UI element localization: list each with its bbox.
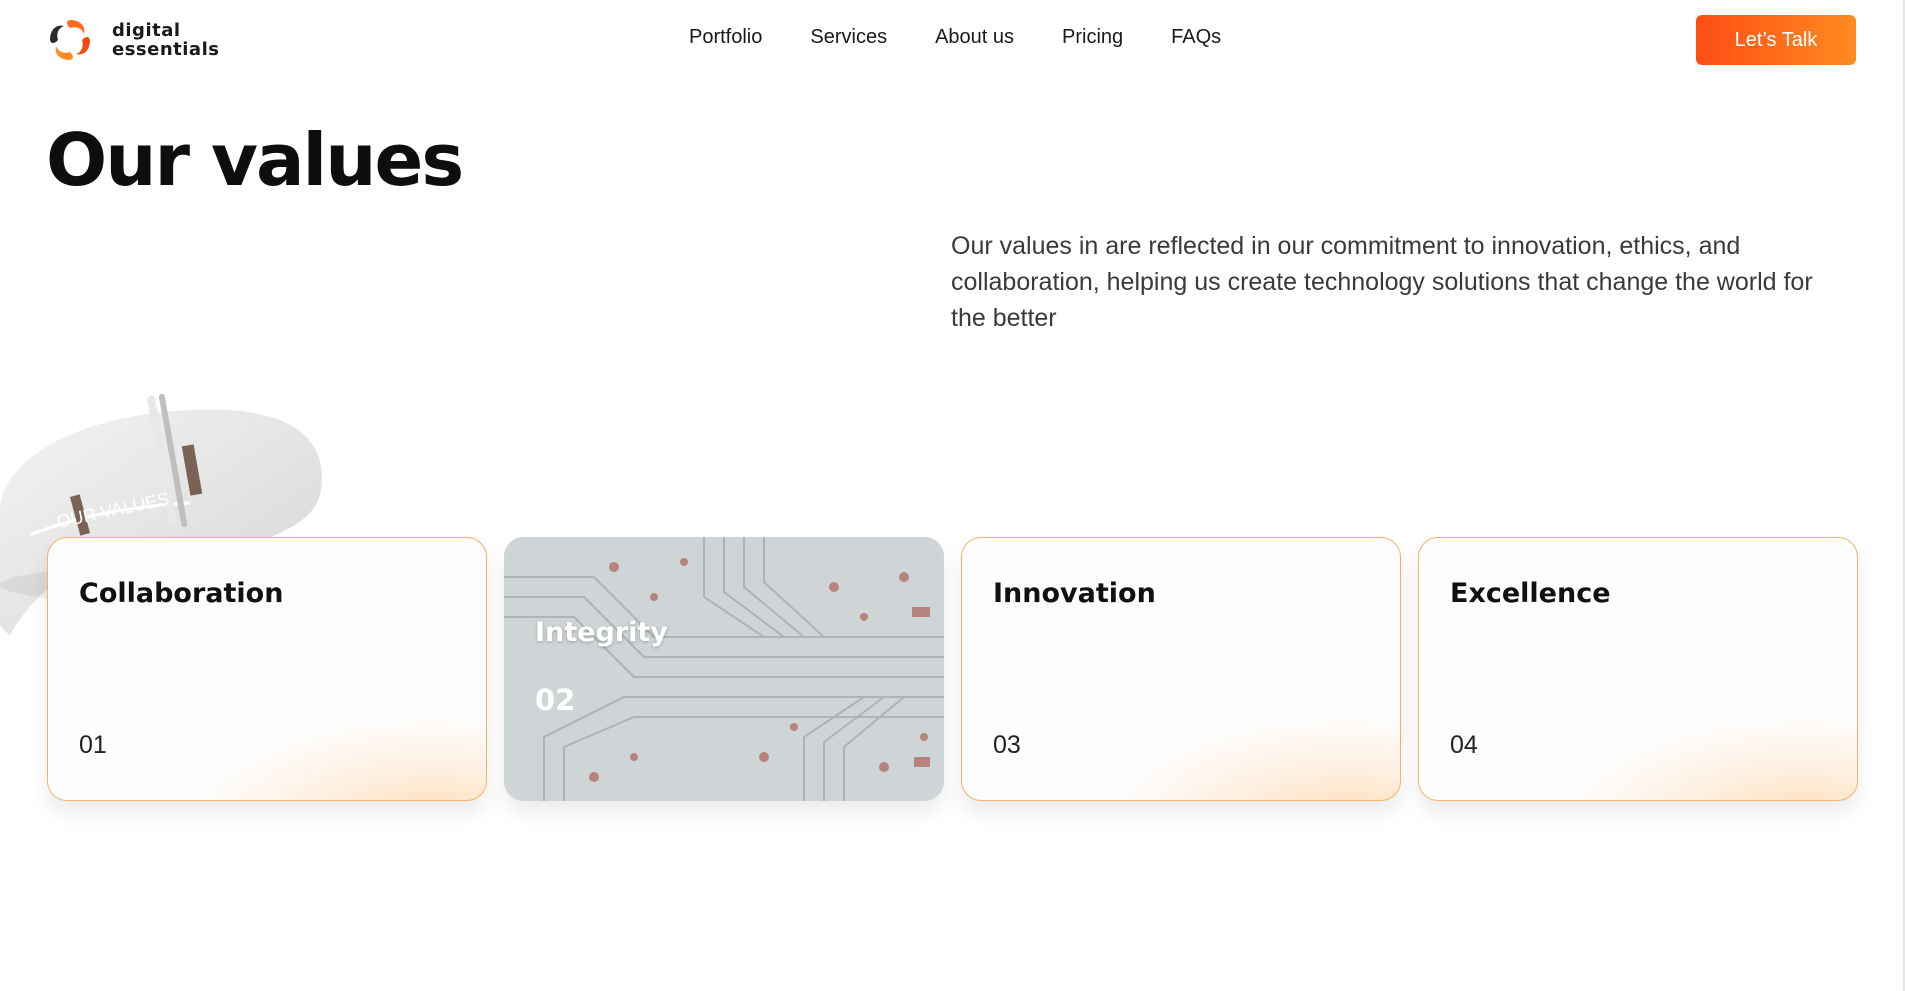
value-card-number: 04 bbox=[1450, 731, 1478, 759]
value-card-title: Innovation bbox=[993, 578, 1156, 609]
value-card-title: Integrity bbox=[535, 617, 668, 648]
site-header: digital essentials Portfolio Services Ab… bbox=[0, 0, 1905, 80]
value-card-title: Collaboration bbox=[79, 578, 284, 609]
lets-talk-button[interactable]: Let’s Talk bbox=[1696, 15, 1856, 65]
nav-link-services[interactable]: Services bbox=[810, 26, 887, 49]
logo-swirl-icon bbox=[50, 20, 90, 60]
intro-paragraph: Our values in are reflected in our commi… bbox=[951, 232, 1813, 332]
nav-link-faqs[interactable]: FAQs bbox=[1171, 26, 1221, 49]
nav-link-pricing[interactable]: Pricing bbox=[1062, 26, 1123, 49]
value-card-number: 01 bbox=[79, 731, 107, 759]
value-card-number: 03 bbox=[993, 731, 1021, 759]
value-card-number: 02 bbox=[535, 683, 576, 717]
value-card-collaboration[interactable]: Collaboration 01 bbox=[47, 537, 487, 801]
page-title: Our values bbox=[46, 118, 464, 202]
brand-logo[interactable]: digital essentials bbox=[46, 16, 219, 64]
value-card-title: Excellence bbox=[1450, 578, 1611, 609]
circuit-board-image bbox=[504, 537, 944, 801]
brand-line-2: essentials bbox=[112, 39, 220, 60]
value-card-excellence[interactable]: Excellence 04 bbox=[1418, 537, 1858, 801]
brand-line-1: digital bbox=[112, 20, 181, 41]
value-card-innovation[interactable]: Innovation 03 bbox=[961, 537, 1401, 801]
nav-link-about-us[interactable]: About us bbox=[935, 26, 1014, 49]
brand-wordmark: digital essentials bbox=[112, 21, 219, 59]
nav-link-portfolio[interactable]: Portfolio bbox=[689, 26, 762, 49]
main-nav: Portfolio Services About us Pricing FAQs bbox=[689, 26, 1221, 49]
values-cards: Collaboration 01 Integrity 02 Innovation… bbox=[47, 537, 1858, 801]
value-card-integrity[interactable]: Integrity 02 bbox=[504, 537, 944, 801]
